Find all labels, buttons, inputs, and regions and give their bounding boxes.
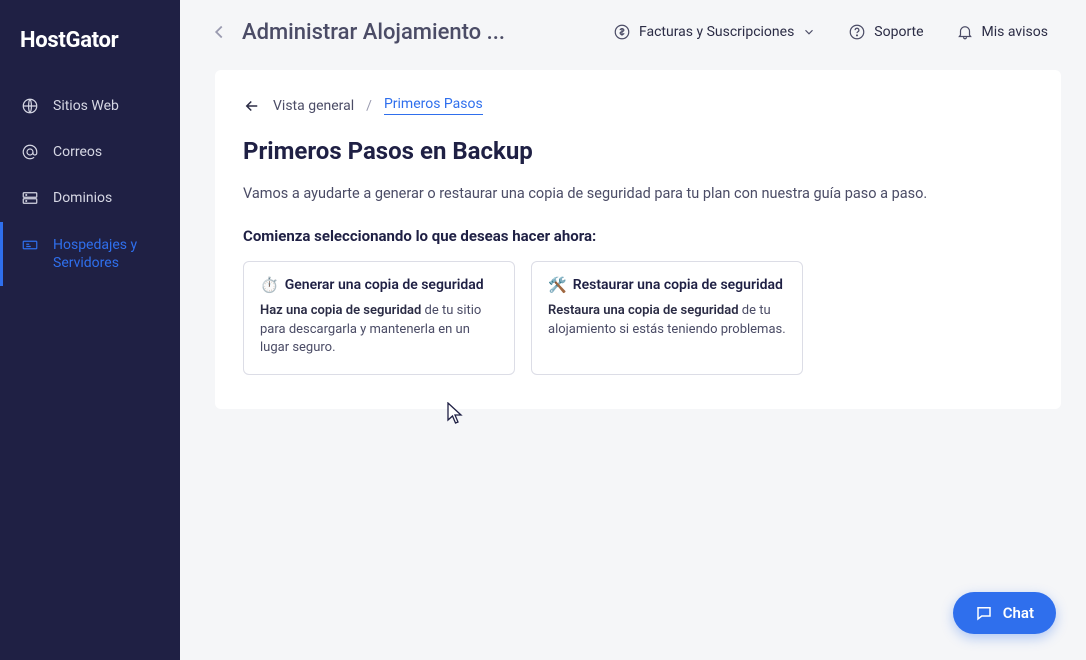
bell-icon: [956, 23, 974, 41]
sidebar-item-dominios[interactable]: Dominios: [0, 175, 180, 221]
card-generate-backup[interactable]: ⏱️ Generar una copia de seguridad Haz un…: [243, 261, 515, 376]
billing-label: Facturas y Suscripciones: [639, 24, 794, 40]
tools-icon: 🛠️: [548, 276, 567, 294]
breadcrumb-back-icon[interactable]: [243, 97, 261, 115]
sidebar-item-label: Dominios: [53, 189, 112, 207]
sidebar-item-sitios-web[interactable]: Sitios Web: [0, 83, 180, 129]
sidebar-item-label: Sitios Web: [53, 97, 119, 115]
at-icon: [21, 143, 39, 161]
card-description: Restaura una copia de seguridad de tu al…: [548, 302, 786, 340]
chat-button[interactable]: Chat: [953, 592, 1056, 634]
sidebar-item-label: Hospedajes y Servidores: [53, 236, 162, 272]
clock-icon: ⏱️: [260, 276, 279, 294]
globe-icon: [21, 97, 39, 115]
sidebar-item-hospedajes[interactable]: Hospedajes y Servidores: [0, 222, 180, 286]
chat-icon: [975, 604, 993, 622]
intro-text: Vamos a ayudarte a generar o restaurar u…: [243, 183, 1033, 205]
card-title: Restaurar una copia de seguridad: [573, 277, 783, 293]
prompt-text: Comienza seleccionando lo que deseas hac…: [243, 227, 1033, 245]
breadcrumb-sep: /: [366, 98, 372, 114]
chat-label: Chat: [1003, 604, 1034, 622]
support-label: Soporte: [874, 24, 923, 40]
back-arrow-icon[interactable]: [208, 21, 230, 43]
card-description: Haz una copia de seguridad de tu sitio p…: [260, 302, 498, 359]
option-cards: ⏱️ Generar una copia de seguridad Haz un…: [243, 261, 1033, 376]
notices-link[interactable]: Mis avisos: [946, 17, 1058, 47]
support-link[interactable]: Soporte: [838, 17, 933, 47]
help-icon: [848, 23, 866, 41]
hosting-icon: [21, 236, 39, 254]
card-restore-backup[interactable]: 🛠️ Restaurar una copia de seguridad Rest…: [531, 261, 803, 376]
card-title: Generar una copia de seguridad: [285, 277, 484, 293]
sidebar: HostGator Sitios Web Correos Dominios Ho…: [0, 0, 180, 660]
billing-menu[interactable]: Facturas y Suscripciones: [603, 17, 826, 47]
server-icon: [21, 189, 39, 207]
card-desc-strong: Restaura una copia de seguridad: [548, 303, 739, 318]
content-panel: Vista general / Primeros Pasos Primeros …: [215, 70, 1061, 409]
dollar-icon: [613, 23, 631, 41]
topbar-title: Administrar Alojamiento ...: [242, 20, 505, 45]
notices-label: Mis avisos: [982, 24, 1048, 40]
page-heading: Primeros Pasos en Backup: [243, 137, 1033, 165]
breadcrumb-root[interactable]: Vista general: [273, 98, 354, 114]
chevron-down-icon: [802, 25, 816, 39]
breadcrumb: Vista general / Primeros Pasos: [243, 96, 1033, 115]
sidebar-item-correos[interactable]: Correos: [0, 129, 180, 175]
topbar: Administrar Alojamiento ... Facturas y S…: [180, 0, 1086, 64]
breadcrumb-current[interactable]: Primeros Pasos: [384, 96, 483, 115]
sidebar-item-label: Correos: [53, 143, 102, 161]
card-desc-strong: Haz una copia de seguridad: [260, 303, 421, 318]
brand-logo: HostGator: [0, 0, 180, 83]
